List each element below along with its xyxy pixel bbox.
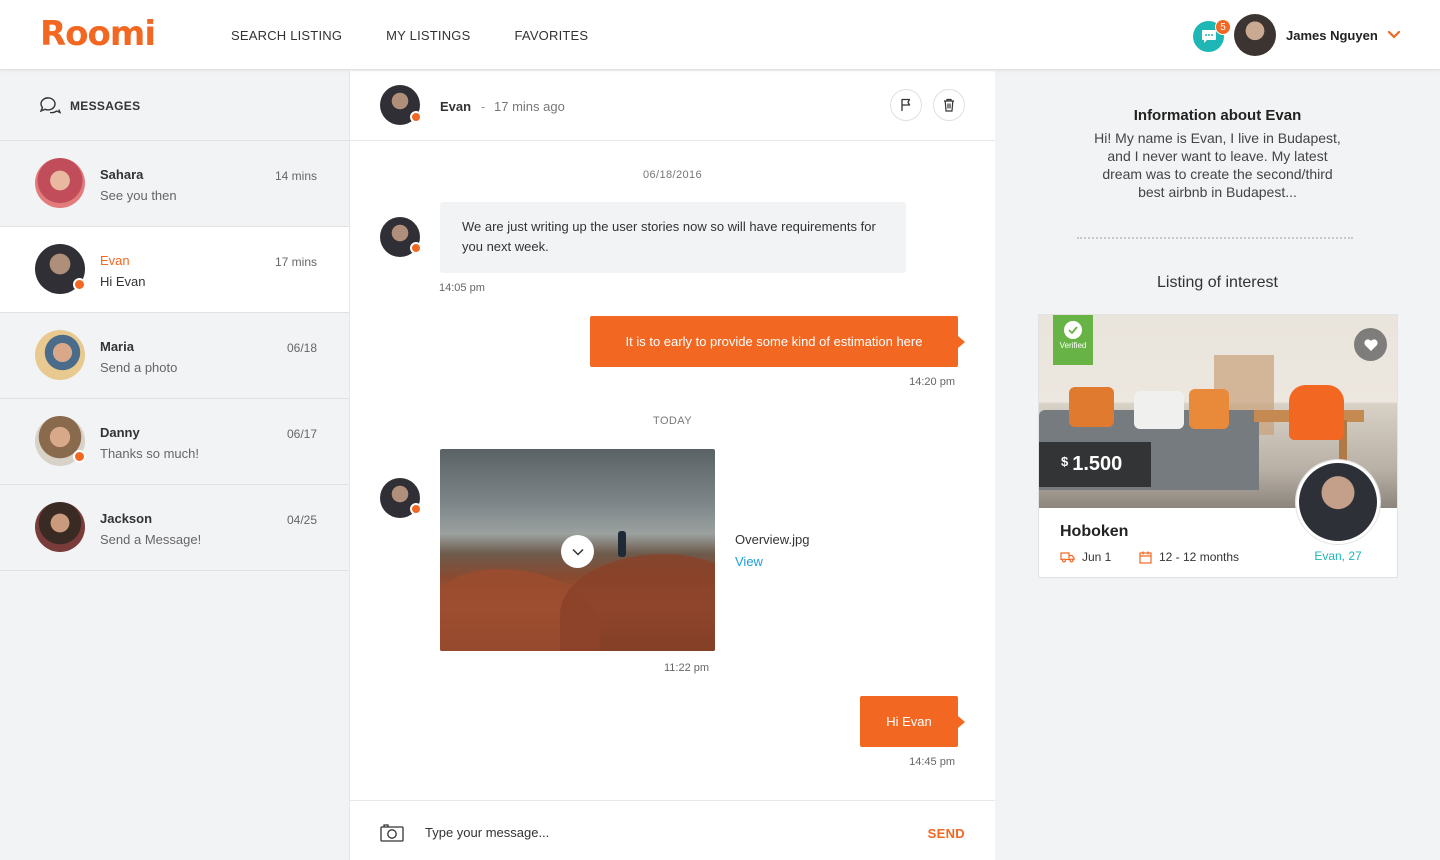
message-time: 14:05 pm	[439, 282, 485, 294]
conversation-name: Danny	[100, 425, 140, 440]
stay-duration: 12 - 12 months	[1139, 550, 1239, 564]
messages-title: MESSAGES	[70, 98, 141, 113]
download-button[interactable]	[561, 535, 594, 568]
conversation-item[interactable]: Maria Send a photo 06/18	[0, 313, 349, 399]
messages-sidebar: MESSAGES Sahara See you then 14 mins Eva…	[0, 71, 350, 860]
header-separator: -	[481, 99, 486, 114]
message-time: 14:20 pm	[909, 376, 955, 388]
conversation-item[interactable]: Sahara See you then 14 mins	[0, 141, 349, 227]
main-nav: SEARCH LISTING MY LISTINGS FAVORITES	[231, 28, 588, 43]
conversation-name: Maria	[100, 339, 134, 354]
conversation-item[interactable]: Danny Thanks so much! 06/17	[0, 399, 349, 485]
chevron-down-icon[interactable]	[1387, 29, 1401, 41]
conversation-item[interactable]: Jackson Send a Message! 04/25	[0, 485, 349, 571]
conversation-time: 17 mins	[274, 255, 317, 269]
message-composer: SEND	[350, 800, 995, 860]
online-indicator	[410, 503, 422, 515]
verified-badge: Verified	[1053, 315, 1093, 365]
conversation-time: 06/18	[286, 341, 317, 355]
listing-card[interactable]: Verified $ 1.500 Hoboken Jun 1 12 - 12 m…	[1038, 314, 1398, 578]
photo-pillow	[1069, 387, 1114, 427]
avatar	[35, 330, 85, 380]
messages-header: MESSAGES	[0, 71, 349, 141]
online-indicator	[410, 111, 422, 123]
price-amount: 1.500	[1072, 453, 1123, 475]
conversation-name: Sahara	[100, 167, 144, 182]
trash-icon	[944, 98, 954, 112]
outgoing-message: It is to early to provide some kind of e…	[590, 316, 965, 367]
camera-icon[interactable]	[380, 823, 404, 842]
avatar	[35, 502, 85, 552]
outgoing-message: Hi Evan	[860, 696, 965, 747]
nav-search-listing[interactable]: SEARCH LISTING	[231, 28, 342, 43]
messages-icon	[39, 96, 62, 114]
favorite-button[interactable]	[1354, 328, 1387, 361]
currency-symbol: $	[1061, 454, 1069, 469]
photo-person	[618, 531, 626, 557]
attachment-filename: Overview.jpg	[735, 532, 810, 547]
host-avatar[interactable]	[1296, 460, 1380, 544]
incoming-message: We are just writing up the user stories …	[440, 202, 906, 273]
image-attachment[interactable]	[440, 449, 715, 651]
duration-value: 12 - 12 months	[1159, 550, 1240, 564]
conversation-time: 06/17	[286, 427, 317, 441]
listing-heading: Listing of interest	[1157, 274, 1278, 291]
photo-pillow	[1134, 391, 1184, 429]
conversation-preview: Hi Evan	[100, 274, 146, 289]
notification-badge: 5	[1215, 19, 1231, 35]
date-separator: 06/18/2016	[642, 169, 703, 181]
listing-title[interactable]: Hoboken	[1060, 523, 1128, 541]
chat-header: Evan - 17 mins ago	[350, 71, 995, 141]
date-separator: TODAY	[653, 415, 692, 427]
conversation-preview: Send a Message!	[100, 532, 202, 547]
user-name[interactable]: James Nguyen	[1286, 28, 1378, 43]
calendar-icon	[1139, 551, 1152, 564]
online-indicator	[73, 278, 86, 291]
host-name[interactable]: Evan, 27	[1296, 549, 1380, 563]
contact-bio: Hi! My name is Evan, I live in Budapest,…	[1094, 130, 1341, 200]
conversation-time: 04/25	[286, 513, 317, 527]
divider	[1077, 237, 1353, 239]
send-button[interactable]: SEND	[928, 826, 965, 841]
view-attachment-link[interactable]: View	[735, 554, 763, 569]
contact-last-seen: 17 mins ago	[494, 99, 565, 114]
info-title: Information about Evan	[1133, 107, 1302, 124]
chat-panel: Evan - 17 mins ago 06/18/2016 We are jus…	[350, 71, 995, 860]
conversation-name: Evan	[100, 253, 130, 268]
message-time: 11:22 pm	[664, 662, 710, 674]
conversation-preview: Send a photo	[100, 360, 178, 375]
conversation-item-active[interactable]: Evan Hi Evan 17 mins	[0, 227, 349, 313]
top-header: Roomi SEARCH LISTING MY LISTINGS FAVORIT…	[0, 0, 1440, 70]
contact-name[interactable]: Evan	[440, 99, 471, 114]
conversation-time: 14 mins	[274, 169, 317, 183]
photo-pillow	[1189, 389, 1229, 429]
verified-label: Verified	[1059, 341, 1087, 350]
roomi-logo[interactable]: Roomi	[40, 14, 156, 54]
conversation-preview: Thanks so much!	[100, 446, 199, 461]
message-time: 14:45 pm	[909, 756, 955, 768]
message-input[interactable]	[425, 821, 885, 843]
report-button[interactable]	[890, 89, 922, 121]
move-in-value: Jun 1	[1082, 550, 1112, 564]
online-indicator	[410, 242, 422, 254]
listing-price: $ 1.500	[1039, 442, 1151, 487]
check-icon	[1064, 321, 1082, 339]
conversation-preview: See you then	[100, 188, 177, 203]
heart-icon	[1363, 338, 1378, 351]
move-in-date: Jun 1	[1060, 550, 1111, 564]
flag-icon	[901, 98, 911, 111]
conversation-name: Jackson	[100, 511, 153, 526]
photo-rock	[560, 554, 715, 651]
nav-my-listings[interactable]: MY LISTINGS	[386, 28, 470, 43]
moving-truck-icon	[1060, 552, 1075, 563]
chevron-down-icon	[571, 548, 584, 556]
chat-bubble-icon	[1201, 30, 1216, 43]
nav-favorites[interactable]: FAVORITES	[514, 28, 588, 43]
photo-chair	[1289, 385, 1344, 440]
user-avatar[interactable]	[1234, 14, 1276, 56]
delete-conversation-button[interactable]	[933, 89, 965, 121]
online-indicator	[73, 450, 86, 463]
contact-info-panel: Information about Evan Hi! My name is Ev…	[995, 71, 1440, 860]
avatar	[35, 158, 85, 208]
